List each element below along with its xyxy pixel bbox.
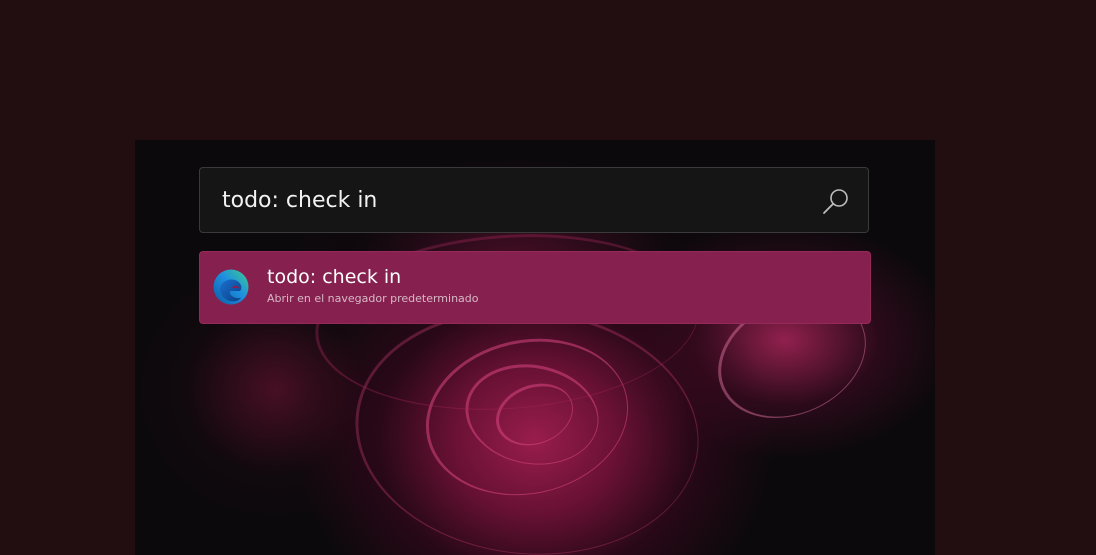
result-title: todo: check in	[267, 266, 402, 288]
result-subtitle: Abrir en el navegador predeterminado	[267, 292, 479, 305]
search-icon[interactable]	[820, 186, 852, 216]
edge-browser-icon	[213, 269, 249, 305]
search-input[interactable]	[222, 168, 802, 232]
search-result-item[interactable]: todo: check in Abrir en el navegador pre…	[199, 251, 871, 324]
search-box[interactable]	[199, 167, 869, 233]
